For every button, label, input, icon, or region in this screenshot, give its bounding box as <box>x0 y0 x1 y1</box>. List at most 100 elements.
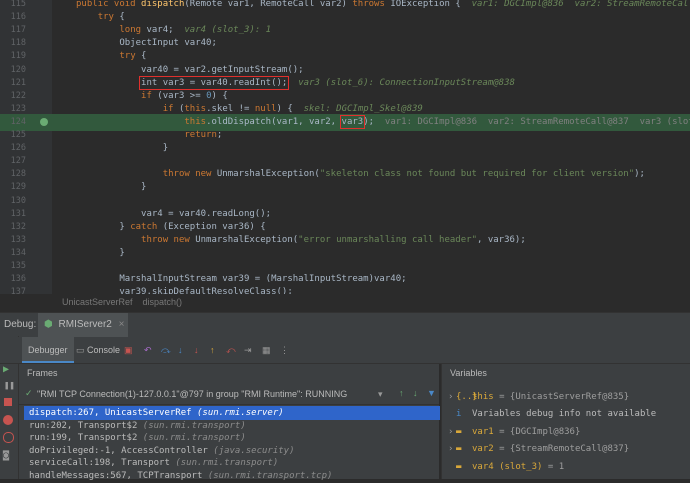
step-into-icon[interactable]: ↓ <box>178 337 183 363</box>
code-token: , var36); <box>476 234 526 245</box>
variable-row[interactable]: i Variables debug info not available <box>448 406 690 422</box>
code-token: var4 = var40.readLong(); <box>76 208 272 219</box>
thread-selector[interactable]: ✓ "RMI TCP Connection(1)-127.0.0.1"@797 … <box>19 386 439 405</box>
code-token: throws <box>352 0 391 9</box>
resume-icon[interactable]: ▶ <box>3 364 9 375</box>
breadcrumb-class[interactable]: UnicastServerRef <box>62 297 133 307</box>
code-token: return <box>184 130 217 140</box>
code-token: { <box>141 51 147 62</box>
filter-icon[interactable]: ▼ <box>427 388 436 398</box>
up-arrow-icon[interactable]: ↑ <box>399 388 404 398</box>
variable-icon: ▬ <box>456 461 462 472</box>
variable-row[interactable]: › ▬ var2 = {StreamRemoteCall@837} <box>448 441 690 457</box>
variable-value: = {UnicastServerRef@835} <box>499 392 630 402</box>
variable-row[interactable]: ▬ var4 (slot_3) = 1 <box>448 459 690 475</box>
code-token: throw new <box>162 169 217 180</box>
mute-breakpoints-icon[interactable] <box>3 432 14 443</box>
stop-icon[interactable] <box>4 398 12 406</box>
code-token: .skel != <box>206 103 255 114</box>
code-token: skel: DGCImpl_Skel@839 <box>303 103 423 114</box>
frame-package: (sun.rmi.transport.tcp) <box>207 471 333 481</box>
variable-icon: {..} <box>456 392 478 402</box>
code-token: catch <box>130 221 163 232</box>
code-editor[interactable]: 115 public void dispatch(Remote var1, Rem… <box>0 0 690 304</box>
code-token: var40 = var2.getInputStream(); <box>76 64 304 75</box>
variable-value: = 1 <box>547 461 565 472</box>
thread-name: "RMI TCP Connection(1)-127.0.0.1"@797 in… <box>37 389 348 399</box>
expand-chevron-icon[interactable]: › <box>448 389 456 405</box>
down-arrow-icon[interactable]: ↓ <box>413 388 418 398</box>
code-token: IOException { <box>390 0 472 9</box>
session-tab-label: RMIServer2 <box>58 319 112 330</box>
view-breakpoints-icon[interactable] <box>3 415 13 425</box>
highlighted-expression: int var3 = var40.readInt(); <box>139 75 290 90</box>
variable-value: = {DGCImpl@836} <box>499 426 581 437</box>
code-token: } <box>76 143 169 154</box>
layout-icon[interactable]: ▣ <box>124 337 133 363</box>
code-token: MarshalInputStream var39 = (MarshalInput… <box>76 274 407 285</box>
code-token: UnmarshalException( <box>216 169 320 180</box>
code-token: long <box>119 25 147 36</box>
code-token: ); <box>363 116 385 127</box>
show-execution-point-icon[interactable]: ↶ <box>144 337 152 363</box>
code-token: var1: DGCImpl@836 var2: StreamRemoteCall… <box>384 116 690 127</box>
variable-name: var1 <box>472 426 500 437</box>
code-token: null <box>254 103 277 114</box>
tab-debugger[interactable]: Debugger <box>22 337 74 363</box>
force-step-into-icon[interactable]: ↓ <box>194 337 199 363</box>
run-to-cursor-icon[interactable]: ⇥ <box>244 337 252 363</box>
frame-row[interactable]: handleMessages:567, TCPTransport (sun.rm… <box>24 469 440 483</box>
expand-chevron-icon[interactable]: › <box>448 424 456 440</box>
code-token: dispatch <box>141 0 185 9</box>
session-tab-rmiserver2[interactable]: ⬢ RMIServer2 × <box>38 313 128 339</box>
expand-chevron-icon[interactable]: › <box>448 441 456 457</box>
breakpoint-check-icon[interactable] <box>40 117 48 126</box>
code-token: ; <box>216 130 223 140</box>
variable-value: Variables debug info not available <box>472 409 657 420</box>
more-icon[interactable]: ⋮ <box>280 337 289 363</box>
frame-package: (sun.rmi.transport) <box>142 433 246 444</box>
debug-label: Debug: <box>4 319 37 330</box>
check-icon: ✓ <box>25 388 33 398</box>
step-out-icon[interactable]: ↑ <box>210 337 215 363</box>
close-icon[interactable]: × <box>119 319 125 330</box>
code-token: .oldDispatch(var1, var2, <box>206 116 342 127</box>
variable-name: var2 <box>472 444 500 455</box>
variable-value: = {StreamRemoteCall@837} <box>499 444 630 455</box>
debug-session-icon: ⬢ <box>44 319 53 330</box>
code-token: "error unmarshalling call header" <box>298 234 477 245</box>
variable-row[interactable]: › {..}this = {UnicastServerRef@835} <box>448 389 690 405</box>
frame-package: (sun.rmi.server) <box>196 408 284 418</box>
debug-tool-window-header: Debug: ⬢ RMIServer2 × <box>0 312 690 339</box>
code-token: ); <box>634 169 645 180</box>
code-token: var3 (slot_6): ConnectionInputStream@838 <box>298 77 515 88</box>
breadcrumb: UnicastServerRef dispatch() <box>0 294 690 310</box>
code-token: try <box>97 12 120 23</box>
frame-package: (sun.rmi.transport) <box>142 420 246 431</box>
code-token: var4; <box>146 25 185 36</box>
camera-icon[interactable]: ◙ <box>3 450 9 461</box>
drop-frame-icon[interactable]: ⤺ <box>226 337 236 363</box>
pause-icon[interactable]: ❚❚ <box>4 381 15 391</box>
breadcrumb-method[interactable]: dispatch() <box>143 297 183 307</box>
step-over-icon[interactable]: ⤼ <box>161 337 171 363</box>
info-icon: i <box>456 409 462 420</box>
variable-name: this <box>472 392 500 402</box>
code-token: ) { <box>211 90 228 101</box>
chevron-down-icon: ▾ <box>378 389 383 399</box>
frame-package: (java.security) <box>213 445 295 456</box>
frame-method: serviceCall:198, Transport <box>29 458 176 469</box>
code-token: try <box>119 51 142 62</box>
evaluate-expression-icon[interactable]: ▦ <box>262 337 271 363</box>
tab-console[interactable]: ▭ Console <box>76 337 120 363</box>
code-token: } <box>76 221 131 232</box>
variable-row[interactable]: › ▬ var1 = {DGCImpl@836} <box>448 424 690 440</box>
